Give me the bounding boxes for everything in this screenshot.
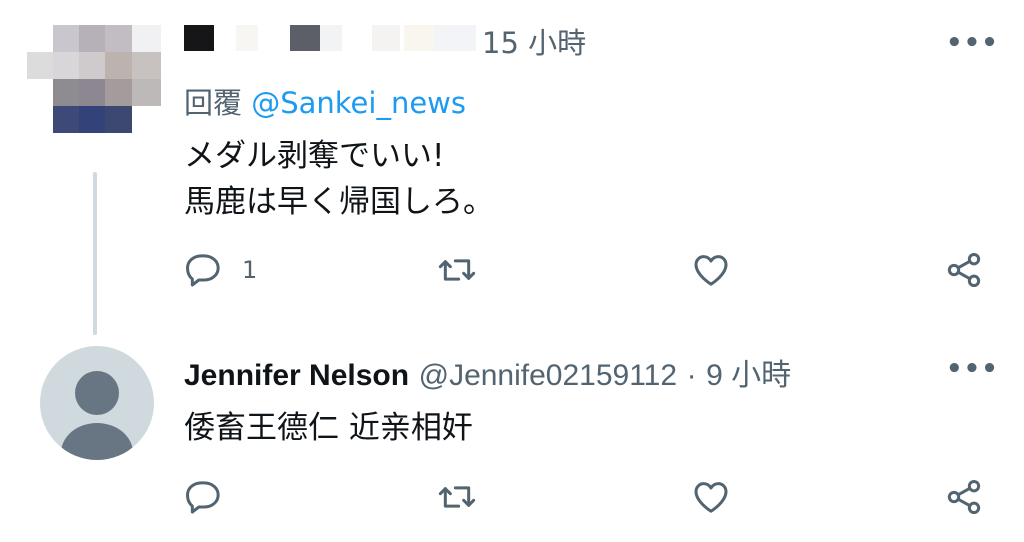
tweet-timestamp[interactable]: 15 小時 [482, 20, 586, 62]
share-icon [947, 480, 981, 514]
like-icon [694, 482, 728, 513]
replying-to: 回覆 @Sankei_news [184, 80, 466, 122]
more-options-icon[interactable]: ••• [946, 354, 999, 384]
like-button[interactable] [691, 477, 731, 517]
author-display-name[interactable]: Jennifer Nelson [184, 359, 409, 392]
tweet-text-line: 倭畜王德仁 近亲相奸 [184, 410, 473, 446]
default-profile-avatar[interactable] [40, 346, 154, 460]
retweet-icon [438, 259, 476, 281]
author-name-censored[interactable] [184, 25, 480, 55]
mention-link[interactable]: @Sankei_news [251, 86, 466, 120]
share-icon [947, 253, 981, 287]
tweet-header: Jennifer Nelson @Jennife02159112 · 9 小時 [184, 350, 791, 394]
avatar-head [75, 371, 119, 415]
reply-button[interactable] [184, 477, 224, 517]
avatar-body [61, 423, 133, 460]
reply-icon [186, 481, 220, 514]
header-separator: · [686, 359, 697, 392]
tweet-text-line: 馬鹿は早く帰国しろ。 [184, 184, 494, 220]
share-button[interactable] [944, 250, 984, 290]
avatar-pixelated[interactable] [27, 25, 161, 133]
thread-connector-line [93, 172, 97, 335]
retweet-button[interactable] [437, 250, 477, 290]
more-options-icon[interactable]: ••• [946, 28, 999, 58]
retweet-button[interactable] [437, 477, 477, 517]
reply-count: 1 [242, 256, 258, 284]
retweet-icon [438, 486, 476, 508]
reply-prefix: 回覆 [184, 86, 243, 120]
author-handle[interactable]: @Jennife02159112 [419, 359, 677, 392]
share-button[interactable] [944, 477, 984, 517]
tweet-timestamp[interactable]: 9 小時 [706, 359, 791, 392]
reply-icon [186, 254, 220, 287]
like-icon [694, 255, 728, 286]
like-button[interactable] [691, 250, 731, 290]
tweet-text-line: メダル剥奪でいい! [184, 138, 445, 174]
reply-button[interactable]: 1 [184, 250, 257, 290]
